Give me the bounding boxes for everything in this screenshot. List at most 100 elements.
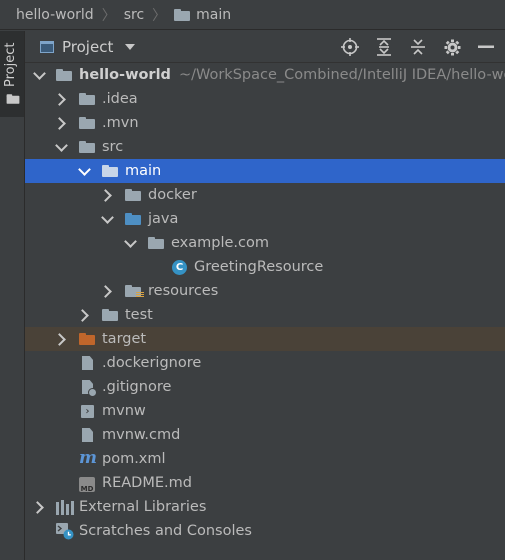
tree-row-label: GreetingResource: [194, 259, 324, 275]
tree-row-mvn[interactable]: .mvn: [25, 111, 505, 135]
folder-icon: [102, 309, 118, 321]
file-icon: [82, 356, 93, 370]
chevron-right-icon[interactable]: [53, 111, 69, 135]
tree-row-test[interactable]: test: [25, 303, 505, 327]
breadcrumb-src-label: src: [123, 6, 145, 23]
view-selector-dropdown[interactable]: Project: [40, 37, 136, 56]
tree-row-label: docker: [148, 187, 197, 203]
folder-icon: [125, 189, 141, 201]
tree-row-label: Scratches and Consoles: [79, 523, 252, 539]
tree-row-label: mvnw: [102, 403, 146, 419]
view-selector-label: Project: [62, 37, 114, 56]
project-window-icon: [40, 40, 54, 53]
tree-row-label: .gitignore: [102, 379, 172, 395]
folder-icon: [79, 141, 95, 153]
tree-row-label: pom.xml: [102, 451, 166, 467]
tree-row-readme[interactable]: MD README.md: [25, 471, 505, 495]
chevron-right-icon[interactable]: [53, 87, 69, 111]
project-tool-window-header: Project: [25, 31, 505, 63]
root-label: hello-world: [79, 67, 171, 83]
shell-script-icon: ›: [81, 405, 94, 418]
markdown-file-icon: MD: [79, 477, 95, 493]
chevron-down-icon[interactable]: [99, 207, 115, 231]
file-icon: [82, 428, 93, 442]
gear-icon[interactable]: [439, 34, 465, 60]
chevron-right-icon[interactable]: [99, 279, 115, 303]
breadcrumb-item-src[interactable]: src: [124, 7, 144, 23]
tree-row-label: .idea: [102, 91, 138, 107]
source-folder-icon: [125, 213, 141, 225]
tree-row-pom[interactable]: m pom.xml: [25, 447, 505, 471]
tree-row-label: .dockerignore: [102, 355, 202, 371]
hide-icon[interactable]: [473, 34, 499, 60]
tree-row-scratches[interactable]: Scratches and Consoles: [25, 519, 505, 543]
chevron-right-icon[interactable]: [76, 303, 92, 327]
maven-icon: m: [79, 448, 97, 468]
breadcrumb-item-project[interactable]: hello-world: [16, 7, 94, 23]
chevron-right-icon[interactable]: [99, 183, 115, 207]
tree-row-target[interactable]: target: [25, 327, 505, 351]
tree-row-hello-world[interactable]: hello-world ~/WorkSpace_Combined/IntelliJ…: [25, 63, 505, 87]
module-folder-icon: [56, 69, 72, 81]
breadcrumb-main-label: main: [196, 6, 232, 23]
tree-row-dockerignore[interactable]: .dockerignore: [25, 351, 505, 375]
tree-row-java[interactable]: java: [25, 207, 505, 231]
tree-row-label: src: [102, 139, 124, 155]
tree-row-mvnw-cmd[interactable]: mvnw.cmd: [25, 423, 505, 447]
tree-row-label: main: [125, 163, 162, 179]
tree-row-label: README.md: [102, 475, 192, 491]
tree-row-external-libraries[interactable]: External Libraries: [25, 495, 505, 519]
resources-marker-icon: [136, 292, 144, 298]
chevron-down-icon[interactable]: [76, 159, 92, 183]
chevron-right-icon[interactable]: [31, 495, 47, 519]
collapse-all-icon[interactable]: [405, 34, 431, 60]
tree-row-docker[interactable]: docker: [25, 183, 505, 207]
chevron-right-icon[interactable]: [53, 327, 69, 351]
breadcrumb-project-label: hello-world: [16, 6, 94, 23]
tree-row-label: resources: [148, 283, 219, 299]
tree-row-label: test: [125, 307, 153, 323]
chevron-down-icon[interactable]: [31, 63, 47, 87]
project-tree: hello-world ~/WorkSpace_Combined/IntelliJ…: [25, 63, 505, 543]
tree-row-label: .mvn: [102, 115, 139, 131]
chevron-down-icon[interactable]: [53, 135, 69, 159]
root-path: ~/WorkSpace_Combined/IntelliJ IDEA/hello…: [178, 67, 505, 83]
tree-row-idea[interactable]: .idea: [25, 87, 505, 111]
tree-row-src[interactable]: src: [25, 135, 505, 159]
breadcrumb-item-main[interactable]: main: [174, 7, 231, 23]
java-class-icon: C: [172, 260, 187, 275]
folder-icon: [174, 8, 191, 21]
folder-icon: [102, 165, 118, 177]
left-tool-strip: Project: [0, 31, 25, 560]
tree-row-greeting-resource[interactable]: C GreetingResource: [25, 255, 505, 279]
tree-row-main[interactable]: main: [25, 159, 505, 183]
libraries-icon: [56, 500, 76, 515]
excluded-folder-icon: [79, 333, 95, 345]
folder-icon: [79, 93, 95, 105]
chevron-down-icon[interactable]: [122, 231, 138, 255]
chevron-down-icon: [125, 43, 136, 50]
breadcrumb-separator-icon: 〉: [101, 7, 116, 24]
package-icon: [148, 237, 164, 249]
breadcrumb-separator-icon: 〉: [152, 7, 167, 24]
tree-row-label: External Libraries: [79, 499, 207, 515]
tree-row-label: mvnw.cmd: [102, 427, 181, 443]
tree-row-mvnw[interactable]: › mvnw: [25, 399, 505, 423]
folder-icon: [6, 94, 20, 104]
tree-row-label: java: [148, 211, 179, 227]
tree-row-gitignore[interactable]: .gitignore: [25, 375, 505, 399]
folder-icon: [79, 117, 95, 129]
tree-row-resources[interactable]: resources: [25, 279, 505, 303]
locate-icon[interactable]: [337, 34, 363, 60]
tree-row-label: example.com: [171, 235, 269, 251]
tool-window-actions: [329, 31, 499, 63]
markdown-badge: MD: [80, 485, 94, 493]
tree-row-package[interactable]: example.com: [25, 231, 505, 255]
tree-row-label: hello-world ~/WorkSpace_Combined/IntelliJ…: [79, 63, 505, 87]
tree-row-label: target: [102, 331, 147, 347]
project-tool-tab-label: Project: [3, 42, 18, 87]
expand-all-icon[interactable]: [371, 34, 397, 60]
ignore-badge-icon: [88, 388, 97, 397]
project-tool-tab[interactable]: Project: [0, 31, 24, 117]
scratches-icon: [56, 522, 74, 540]
